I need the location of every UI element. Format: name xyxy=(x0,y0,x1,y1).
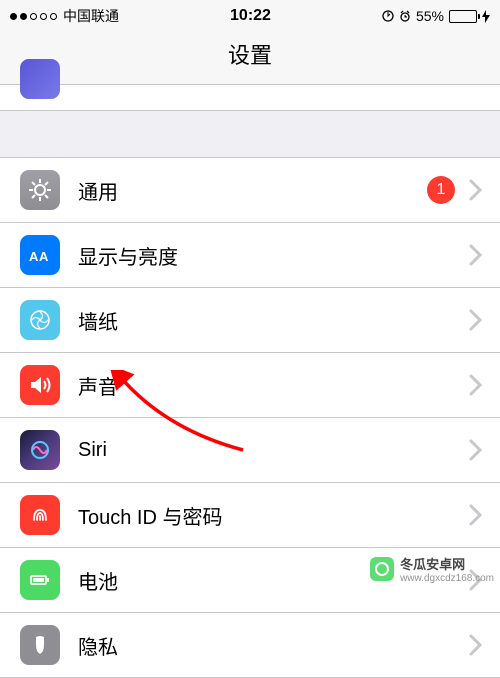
watermark: 冬瓜安卓网 www.dgxcdz168.com xyxy=(370,554,494,584)
partial-row-top[interactable] xyxy=(0,85,500,111)
page-title: 设置 xyxy=(0,38,500,70)
battery-row-icon xyxy=(20,560,60,600)
settings-list: 通用 1 AA 显示与亮度 墙纸 声音 xyxy=(0,157,500,678)
notification-badge: 1 xyxy=(427,176,455,204)
chevron-right-icon xyxy=(469,504,482,526)
wallpaper-icon xyxy=(20,300,60,340)
alarm-icon xyxy=(399,10,411,22)
row-sound[interactable]: 声音 xyxy=(0,353,500,418)
chevron-right-icon xyxy=(469,244,482,266)
status-left: 中国联通 xyxy=(10,6,119,26)
touchid-icon xyxy=(20,495,60,535)
status-bar: 中国联通 10:22 55% xyxy=(0,0,500,30)
chevron-right-icon xyxy=(469,179,482,201)
sound-icon xyxy=(20,365,60,405)
row-label: Siri xyxy=(78,439,469,462)
row-label: 声音 xyxy=(78,371,469,400)
chevron-right-icon xyxy=(469,439,482,461)
lock-icon xyxy=(382,10,394,22)
display-icon: AA xyxy=(20,235,60,275)
row-display[interactable]: AA 显示与亮度 xyxy=(0,223,500,288)
status-right: 55% xyxy=(382,8,490,24)
row-label: 墙纸 xyxy=(78,306,469,335)
clock: 10:22 xyxy=(230,7,271,25)
signal-strength-icon xyxy=(10,13,57,20)
section-gap xyxy=(0,111,500,157)
row-label: 通用 xyxy=(78,176,427,205)
row-siri[interactable]: Siri xyxy=(0,418,500,483)
watermark-logo-icon xyxy=(370,557,394,581)
row-label: 隐私 xyxy=(78,631,469,660)
siri-icon xyxy=(20,430,60,470)
nav-bar: 设置 xyxy=(0,30,500,85)
carrier-label: 中国联通 xyxy=(63,6,119,26)
general-icon xyxy=(20,170,60,210)
battery-percent: 55% xyxy=(416,8,444,24)
row-touchid[interactable]: Touch ID 与密码 xyxy=(0,483,500,548)
watermark-text: 冬瓜安卓网 www.dgxcdz168.com xyxy=(400,554,494,584)
chevron-right-icon xyxy=(469,309,482,331)
row-wallpaper[interactable]: 墙纸 xyxy=(0,288,500,353)
row-label: 显示与亮度 xyxy=(78,241,469,270)
watermark-title: 冬瓜安卓网 xyxy=(400,554,494,573)
row-label: Touch ID 与密码 xyxy=(78,501,469,530)
chevron-right-icon xyxy=(469,634,482,656)
privacy-icon xyxy=(20,625,60,665)
row-privacy[interactable]: 隐私 xyxy=(0,613,500,678)
charging-icon xyxy=(482,10,490,23)
battery-icon xyxy=(449,10,477,23)
svg-text:A: A xyxy=(29,249,39,264)
row-general[interactable]: 通用 1 xyxy=(0,158,500,223)
itunes-icon xyxy=(20,59,60,99)
svg-text:A: A xyxy=(39,249,49,264)
chevron-right-icon xyxy=(469,374,482,396)
watermark-url: www.dgxcdz168.com xyxy=(400,573,494,584)
